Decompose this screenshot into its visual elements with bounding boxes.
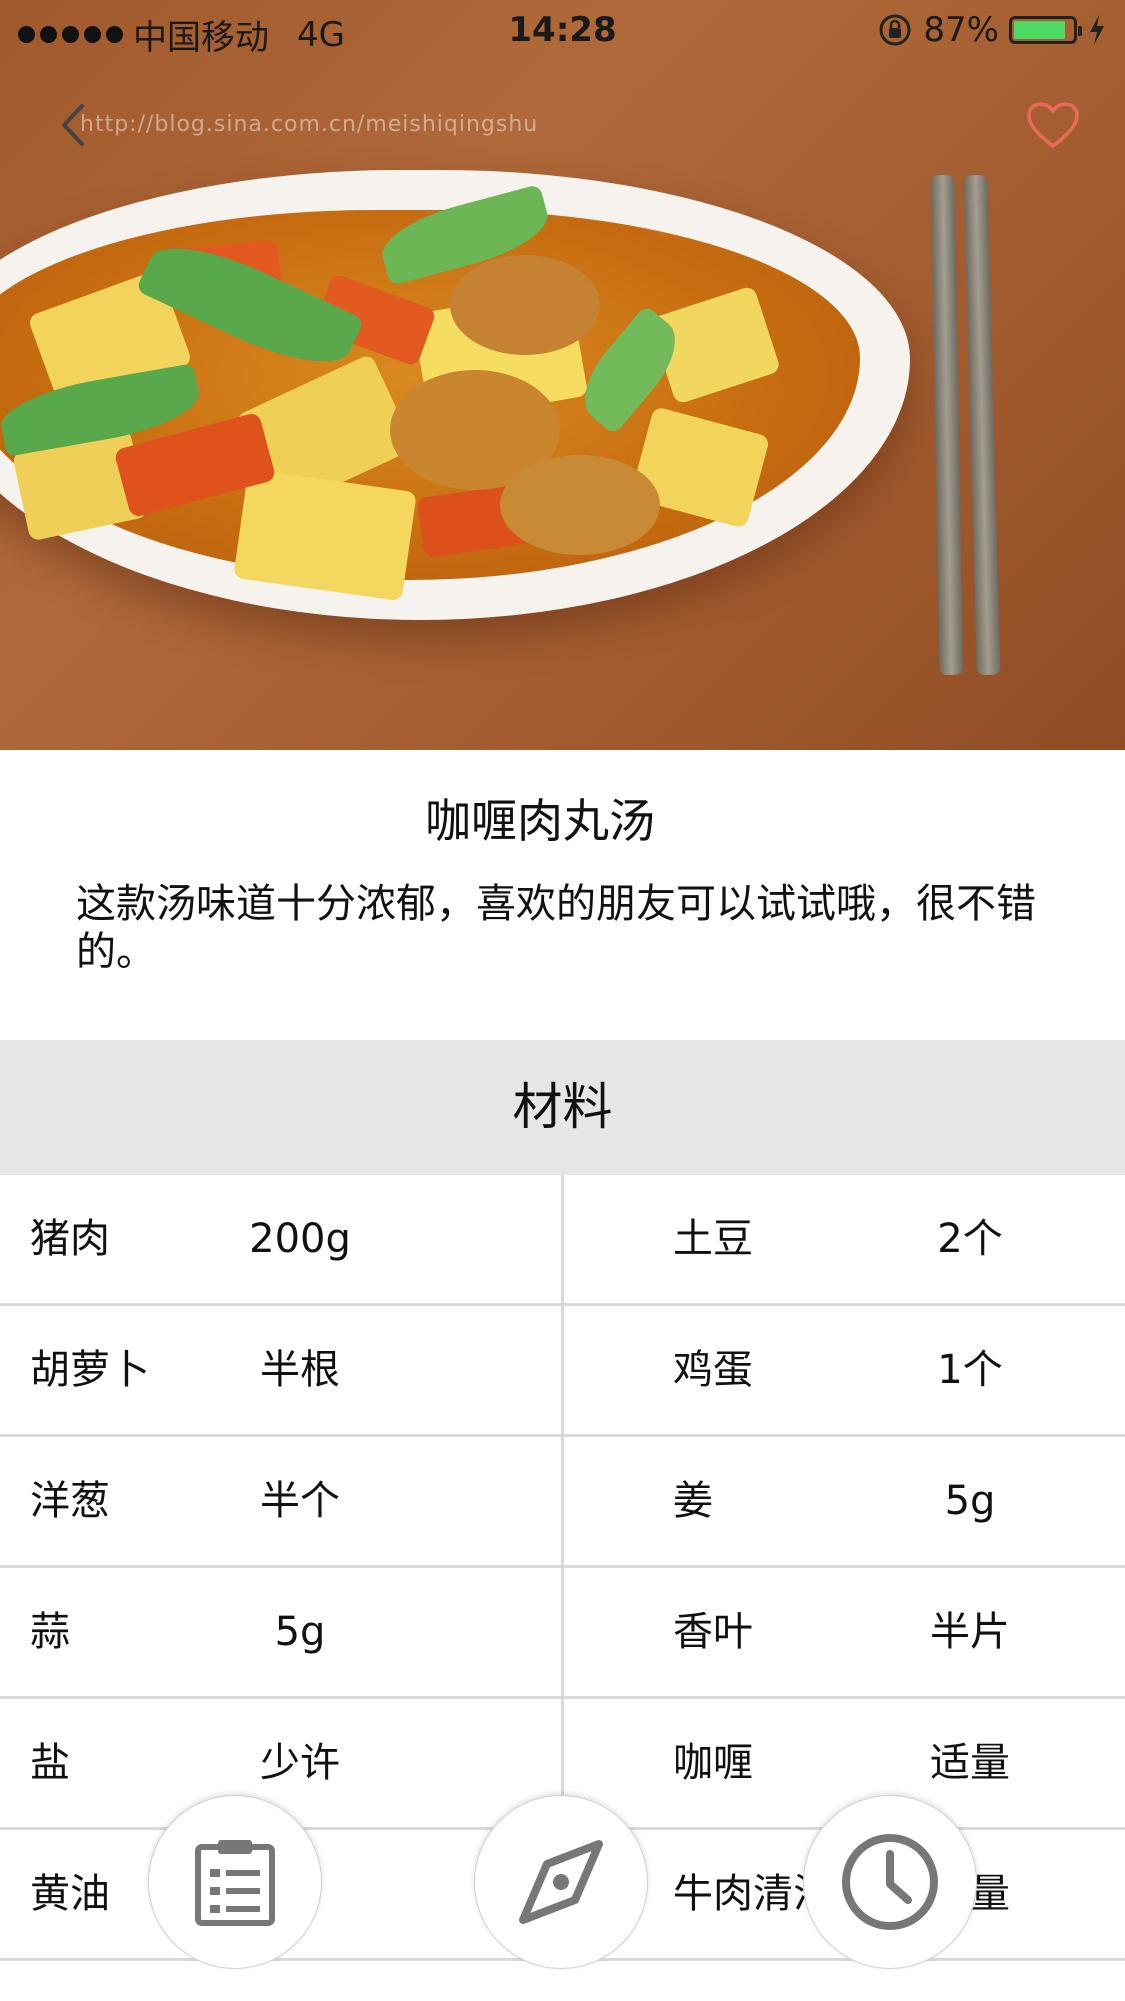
recipe-title: 咖喱肉丸汤 [425,794,655,848]
ingredient-amount: 1个 [937,1347,1003,1393]
ingredient-name: 咖喱 [673,1740,753,1786]
table-row: 洋葱 半个 姜 5g [0,1437,1125,1568]
tab-explore[interactable] [474,1795,648,1969]
charging-bolt-icon [1090,15,1104,45]
ingredient-name: 胡萝卜 [30,1347,150,1393]
ingredient-amount: 200g [249,1216,351,1262]
tab-recipe-list[interactable] [148,1795,322,1969]
chopstick [963,174,1001,676]
meatball [450,255,600,355]
clock-icon [842,1834,938,1930]
meatball [500,455,660,555]
heart-icon [1027,102,1079,149]
battery-icon [1009,16,1082,44]
status-bar: 中国移动 4G 14:28 87% [0,0,1125,62]
list-icon [195,1840,275,1926]
ingredient-name: 盐 [30,1740,70,1786]
ingredient-amount: 半片 [930,1609,1010,1655]
ingredient-name: 猪肉 [30,1216,110,1262]
ingredient-name: 蒜 [30,1609,70,1655]
ingredient-amount: 半个 [260,1478,340,1524]
ingredient-name: 香叶 [673,1609,753,1655]
table-row: 蒜 5g 香叶 半片 [0,1568,1125,1699]
ingredient-name: 鸡蛋 [673,1347,753,1393]
ingredient-amount: 2个 [937,1216,1003,1262]
chopstick [930,174,964,676]
ingredient-name: 土豆 [673,1216,753,1262]
materials-header: 材料 [0,1040,1125,1175]
ingredient-amount: 5g [944,1478,996,1524]
potato-piece [233,468,417,602]
favorite-button[interactable] [1025,100,1081,152]
ingredient-name: 洋葱 [30,1478,110,1524]
tab-history[interactable] [803,1795,977,1969]
table-row: 胡萝卜 半根 鸡蛋 1个 [0,1306,1125,1437]
compass-icon [519,1840,603,1924]
ingredient-name: 黄油 [30,1871,110,1917]
ingredient-amount: 半根 [260,1347,340,1393]
table-row: 猪肉 200g 土豆 2个 [0,1175,1125,1306]
recipe-description: 这款汤味道十分浓郁，喜欢的朋友可以试试哦，很不错的。 [76,881,1036,975]
ingredient-amount: 5g [274,1609,326,1655]
url-watermark: http://blog.sina.com.cn/meishiqingshu [80,112,539,137]
battery-percent: 87% [923,10,999,50]
orientation-lock-icon [879,14,911,46]
ingredient-name: 姜 [673,1478,713,1524]
